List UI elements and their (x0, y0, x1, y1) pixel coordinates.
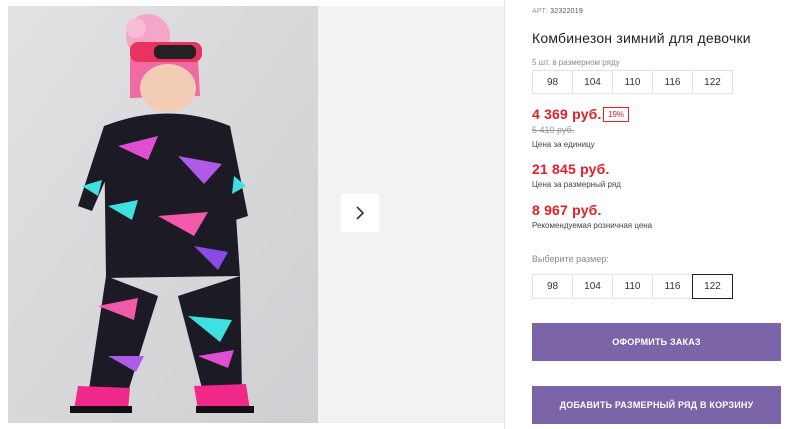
unit-price-caption: Цена за единицу (532, 140, 595, 149)
pack-size-cell: 110 (612, 70, 653, 94)
product-photo[interactable] (8, 6, 318, 423)
product-title: Комбинезон зимний для девочки (532, 30, 751, 46)
size-option[interactable]: 104 (572, 274, 613, 299)
pack-size-cell: 98 (532, 70, 573, 94)
pack-size-cell: 116 (652, 70, 693, 94)
pack-price: 21 845 руб. (532, 161, 610, 177)
pack-size-cell: 104 (572, 70, 613, 94)
pack-price-caption: Цена за размерный ряд (532, 180, 621, 189)
discount-badge: 19% (603, 107, 630, 122)
pack-sizes-row: 98 104 110 116 122 (532, 70, 733, 94)
gallery-next-button[interactable] (341, 194, 379, 232)
retail-price: 8 967 руб. (532, 202, 602, 218)
size-selector: 98 104 110 116 122 (532, 274, 733, 299)
choose-size-label: Выберите размер: (532, 254, 609, 264)
pack-count-label: 5 шт. в размерном ряду (532, 58, 620, 67)
unit-price: 4 369 руб. (532, 106, 602, 122)
chevron-right-icon (356, 206, 365, 220)
article-code: АРТ: 32322019 (532, 8, 583, 15)
pack-size-cell: 122 (692, 70, 733, 94)
add-size-set-to-cart-button[interactable]: ДОБАВИТЬ РАЗМЕРНЫЙ РЯД В КОРЗИНУ (532, 386, 781, 424)
product-photo-illustration (8, 6, 318, 423)
old-price: 5 410 руб. (532, 125, 575, 135)
size-option[interactable]: 116 (652, 274, 693, 299)
article-label: АРТ: (532, 8, 549, 15)
place-order-button[interactable]: ОФОРМИТЬ ЗАКАЗ (532, 323, 781, 361)
size-option-selected[interactable]: 122 (692, 274, 733, 299)
retail-price-caption: Рекомендуемая розничная цена (532, 221, 653, 230)
article-number: 32322019 (550, 8, 583, 15)
vertical-divider (504, 0, 505, 429)
size-option[interactable]: 110 (612, 274, 653, 299)
product-gallery (0, 0, 510, 429)
size-option[interactable]: 98 (532, 274, 573, 299)
